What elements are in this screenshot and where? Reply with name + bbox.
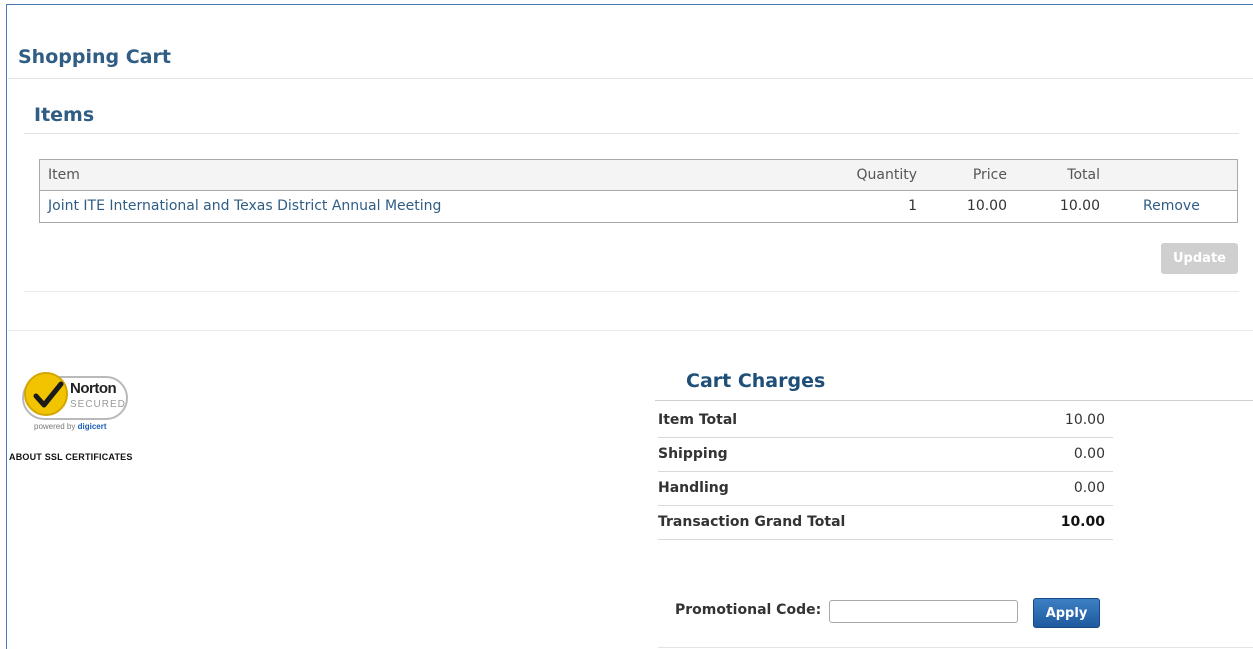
column-header-price: Price (972, 167, 1007, 183)
charge-label: Transaction Grand Total (658, 514, 846, 530)
item-total: 10.00 (1059, 198, 1100, 214)
charge-value: 10.00 (1064, 412, 1105, 428)
divider (8, 330, 1253, 331)
item-price: 10.00 (966, 198, 1007, 214)
column-header-item: Item (48, 167, 80, 183)
checkmark-icon (24, 372, 68, 416)
table-row: Joint ITE International and Texas Distri… (40, 191, 1237, 222)
page-frame (6, 4, 1253, 649)
charge-label: Handling (658, 480, 729, 496)
items-section-title: Items (34, 104, 95, 126)
divider (24, 291, 1239, 292)
powered-by-text: powered by (34, 422, 76, 431)
powered-by-digicert: powered by digicert (34, 422, 107, 431)
column-header-total: Total (1067, 167, 1100, 183)
charge-value: 0.00 (1073, 480, 1105, 496)
promo-code-label: Promotional Code: (675, 602, 822, 618)
column-header-quantity: Quantity (856, 167, 918, 183)
norton-wordmark: Norton (70, 380, 117, 397)
update-button[interactable]: Update (1161, 243, 1238, 274)
charge-row-handling: Handling 0.00 (658, 472, 1113, 506)
page-title: Shopping Cart (18, 46, 171, 68)
item-name-link[interactable]: Joint ITE International and Texas Distri… (48, 198, 441, 214)
divider (8, 78, 1253, 79)
cart-charges-table: Item Total 10.00 Shipping 0.00 Handling … (658, 404, 1113, 540)
apply-button[interactable]: Apply (1033, 598, 1100, 628)
promo-code-input[interactable] (829, 600, 1018, 623)
charge-value: 10.00 (1060, 514, 1105, 530)
digicert-logo: digicert (77, 422, 107, 431)
divider (658, 647, 1253, 648)
cart-charges-title: Cart Charges (686, 370, 826, 392)
norton-secured-label: SECURED (70, 399, 126, 410)
about-ssl-certificates-link[interactable]: ABOUT SSL CERTIFICATES (9, 452, 133, 462)
items-table: Item Quantity Price Total Joint ITE Inte… (39, 159, 1238, 223)
charge-row-shipping: Shipping 0.00 (658, 438, 1113, 472)
charge-row-item-total: Item Total 10.00 (658, 404, 1113, 438)
charge-row-grand-total: Transaction Grand Total 10.00 (658, 506, 1113, 540)
charge-value: 0.00 (1073, 446, 1105, 462)
item-quantity: 1 (908, 198, 917, 214)
divider (24, 133, 1239, 134)
items-table-header: Item Quantity Price Total (40, 160, 1237, 191)
divider (655, 400, 1253, 401)
remove-item-link[interactable]: Remove (1143, 198, 1200, 214)
norton-seal[interactable]: Norton SECURED powered by digicert (22, 372, 134, 434)
charge-label: Shipping (658, 446, 728, 462)
charge-label: Item Total (658, 412, 738, 428)
